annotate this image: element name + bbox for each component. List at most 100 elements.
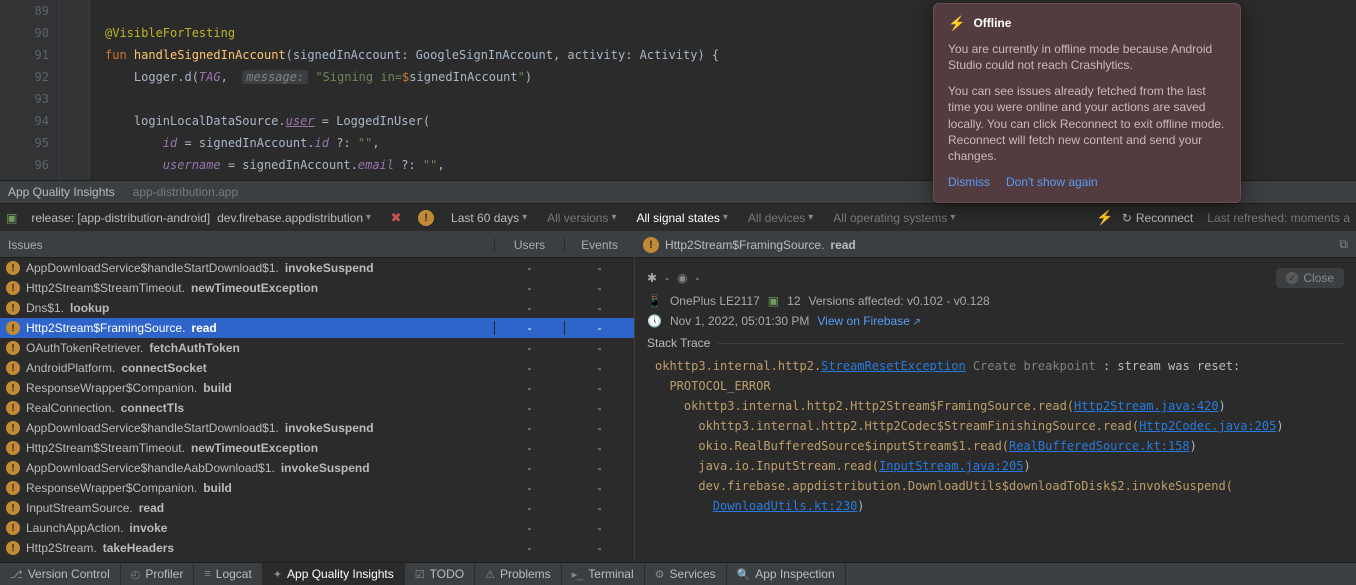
issue-class: RealConnection. — [26, 401, 115, 415]
details-toggle-icon[interactable]: ⧉ — [1339, 237, 1348, 252]
issue-row[interactable]: !AppDownloadService$handleAabDownload$1.… — [0, 458, 634, 478]
warnings-button[interactable]: ! — [415, 207, 437, 229]
detail-body: ✱- ◉- ✓ Close 📱 OnePlus LE2117 ▣ 12 Vers… — [635, 258, 1356, 562]
issue-row[interactable]: !AndroidPlatform.connectSocket-- — [0, 358, 634, 378]
aqi-toolbar: ▣ release: [app-distribution-android] de… — [0, 204, 1356, 232]
chevron-down-icon: ▾ — [808, 212, 813, 223]
tab-label: Terminal — [588, 567, 633, 581]
tab-profiler[interactable]: ◴Profiler — [121, 563, 195, 585]
issue-users: - — [494, 541, 564, 555]
devices-label: All devices — [748, 211, 805, 225]
issue-row[interactable]: !Http2Stream.takeHeaders-- — [0, 538, 634, 558]
clock-icon: 🕔 — [647, 314, 662, 328]
signal-icon: ✱ — [647, 271, 657, 285]
delete-button[interactable]: ✖ — [385, 207, 407, 229]
issue-row[interactable]: !AppDownloadService$handleStartDownload$… — [0, 258, 634, 278]
tab-label: App Quality Insights — [287, 567, 394, 581]
reconnect-button[interactable]: ↻ Reconnect — [1122, 211, 1193, 225]
issue-users: - — [494, 321, 564, 335]
last-refreshed: Last refreshed: moments a — [1207, 211, 1350, 225]
issue-row[interactable]: !Http2Stream$StreamTimeout.newTimeoutExc… — [0, 438, 634, 458]
issue-users: - — [494, 341, 564, 355]
st-exception-link[interactable]: StreamResetException — [821, 359, 966, 373]
meta-row-device: 📱 OnePlus LE2117 ▣ 12 Versions affected:… — [647, 294, 1344, 308]
date-range-selector[interactable]: Last 60 days▾ — [445, 209, 533, 227]
issue-row[interactable]: !LaunchAppAction.invoke-- — [0, 518, 634, 538]
view-on-firebase-link[interactable]: View on Firebase — [817, 314, 921, 328]
stack-trace-header: Stack Trace — [647, 336, 1344, 350]
issue-users: - — [494, 481, 564, 495]
issue-row[interactable]: !AppDownloadService$handleStartDownload$… — [0, 418, 634, 438]
st-error-code: PROTOCOL_ERROR — [669, 379, 770, 393]
stack-trace[interactable]: okhttp3.internal.http2.StreamResetExcept… — [647, 356, 1344, 516]
issue-row[interactable]: !RealConnection.connectTls-- — [0, 398, 634, 418]
devices-selector[interactable]: All devices▾ — [742, 209, 819, 227]
issue-row[interactable]: !Http2Stream$FramingSource.read-- — [0, 318, 634, 338]
dismiss-link[interactable]: Dismiss — [948, 174, 990, 190]
tab-label: Profiler — [145, 567, 183, 581]
tab-todo[interactable]: ☑TODO — [405, 563, 475, 585]
col-issues-header[interactable]: Issues — [0, 238, 494, 252]
line-number: 92 — [0, 66, 49, 88]
st-source-link[interactable]: InputStream.java:205 — [879, 459, 1024, 473]
chevron-down-icon: ▾ — [366, 212, 371, 223]
issues-list[interactable]: ! AppDownloadService$handleStartDownload$… — [0, 258, 634, 562]
close-icon: ✖ — [391, 210, 402, 226]
tab-version-control[interactable]: ⎇Version Control — [0, 563, 121, 585]
os-selector[interactable]: All operating systems▾ — [827, 209, 961, 227]
st-source-link[interactable]: RealBufferedSource.kt:158 — [1009, 439, 1190, 453]
line-number: 95 — [0, 132, 49, 154]
popup-paragraph: You can see issues already fetched from … — [948, 83, 1226, 164]
line-number: 96 — [0, 154, 49, 176]
line-number: 90 — [0, 22, 49, 44]
tab-app-quality-insights[interactable]: ✦App Quality Insights — [263, 563, 405, 585]
tab-label: Version Control — [28, 567, 110, 581]
st-message: stream was reset: — [1117, 359, 1247, 373]
issue-row[interactable]: !Dns$1.lookup-- — [0, 298, 634, 318]
versions-selector[interactable]: All versions▾ — [541, 209, 622, 227]
issue-row[interactable]: !InputStreamSource.read-- — [0, 498, 634, 518]
tab-problems[interactable]: ⚠Problems — [475, 563, 562, 585]
tab-label: Logcat — [216, 567, 252, 581]
st-source-link[interactable]: DownloadUtils.kt:230 — [713, 499, 858, 513]
tab-app-inspection[interactable]: 🔍App Inspection — [727, 563, 846, 585]
warning-icon: ! — [6, 501, 20, 515]
tab-logcat[interactable]: ≡Logcat — [194, 563, 262, 585]
col-events-header[interactable]: Events — [564, 238, 634, 252]
popup-paragraph: You are currently in offline mode becaus… — [948, 41, 1226, 73]
st-source-link[interactable]: Http2Stream.java:420 — [1074, 399, 1219, 413]
issue-class: AppDownloadService$handleStartDownload$1… — [26, 421, 279, 435]
offline-icon: ⚡ — [948, 14, 965, 33]
issue-row[interactable]: !ResponseWrapper$Companion.build-- — [0, 378, 634, 398]
variant-selector[interactable]: release: [app-distribution-android] dev.… — [25, 209, 377, 227]
main-split: Issues Users Events !AppDownloadService$… — [0, 232, 1356, 562]
signal-states-selector[interactable]: All signal states▾ — [631, 209, 734, 227]
breakpoint-gutter[interactable] — [60, 0, 90, 180]
issue-events: - — [564, 501, 634, 515]
line-number: 89 — [0, 0, 49, 22]
chevron-down-icon: ▾ — [723, 212, 728, 223]
issue-method: read — [191, 321, 216, 335]
warning-icon: ! — [6, 281, 20, 295]
issue-row[interactable]: !OAuthTokenRetriever.fetchAuthToken-- — [0, 338, 634, 358]
col-users-header[interactable]: Users — [494, 238, 564, 252]
issue-method: lookup — [70, 301, 109, 315]
issue-class: ResponseWrapper$Companion. — [26, 481, 197, 495]
issue-row[interactable]: !ResponseWrapper$Companion.build-- — [0, 478, 634, 498]
create-breakpoint-hint[interactable]: Create breakpoint — [973, 359, 1096, 373]
issues-panel: Issues Users Events !AppDownloadService$… — [0, 232, 635, 562]
issue-class: AndroidPlatform. — [26, 361, 115, 375]
st-frame: dev.firebase.appdistribution.DownloadUti… — [698, 479, 1233, 493]
issue-events: - — [564, 541, 634, 555]
issue-events: - — [564, 341, 634, 355]
issue-method: newTimeoutException — [191, 441, 318, 455]
affected-versions: Versions affected: v0.102 - v0.128 — [809, 294, 990, 308]
issue-users: - — [494, 401, 564, 415]
tab-terminal[interactable]: ▸_Terminal — [562, 563, 645, 585]
st-source-link[interactable]: Http2Codec.java:205 — [1139, 419, 1276, 433]
tab-services[interactable]: ⚙Services — [645, 563, 727, 585]
dont-show-again-link[interactable]: Don't show again — [1006, 174, 1098, 190]
bottom-tool-tabs: ⎇Version Control ◴Profiler ≡Logcat ✦App … — [0, 562, 1356, 585]
close-issue-button[interactable]: ✓ Close — [1276, 268, 1344, 288]
issue-row[interactable]: !Http2Stream$StreamTimeout.newTimeoutExc… — [0, 278, 634, 298]
